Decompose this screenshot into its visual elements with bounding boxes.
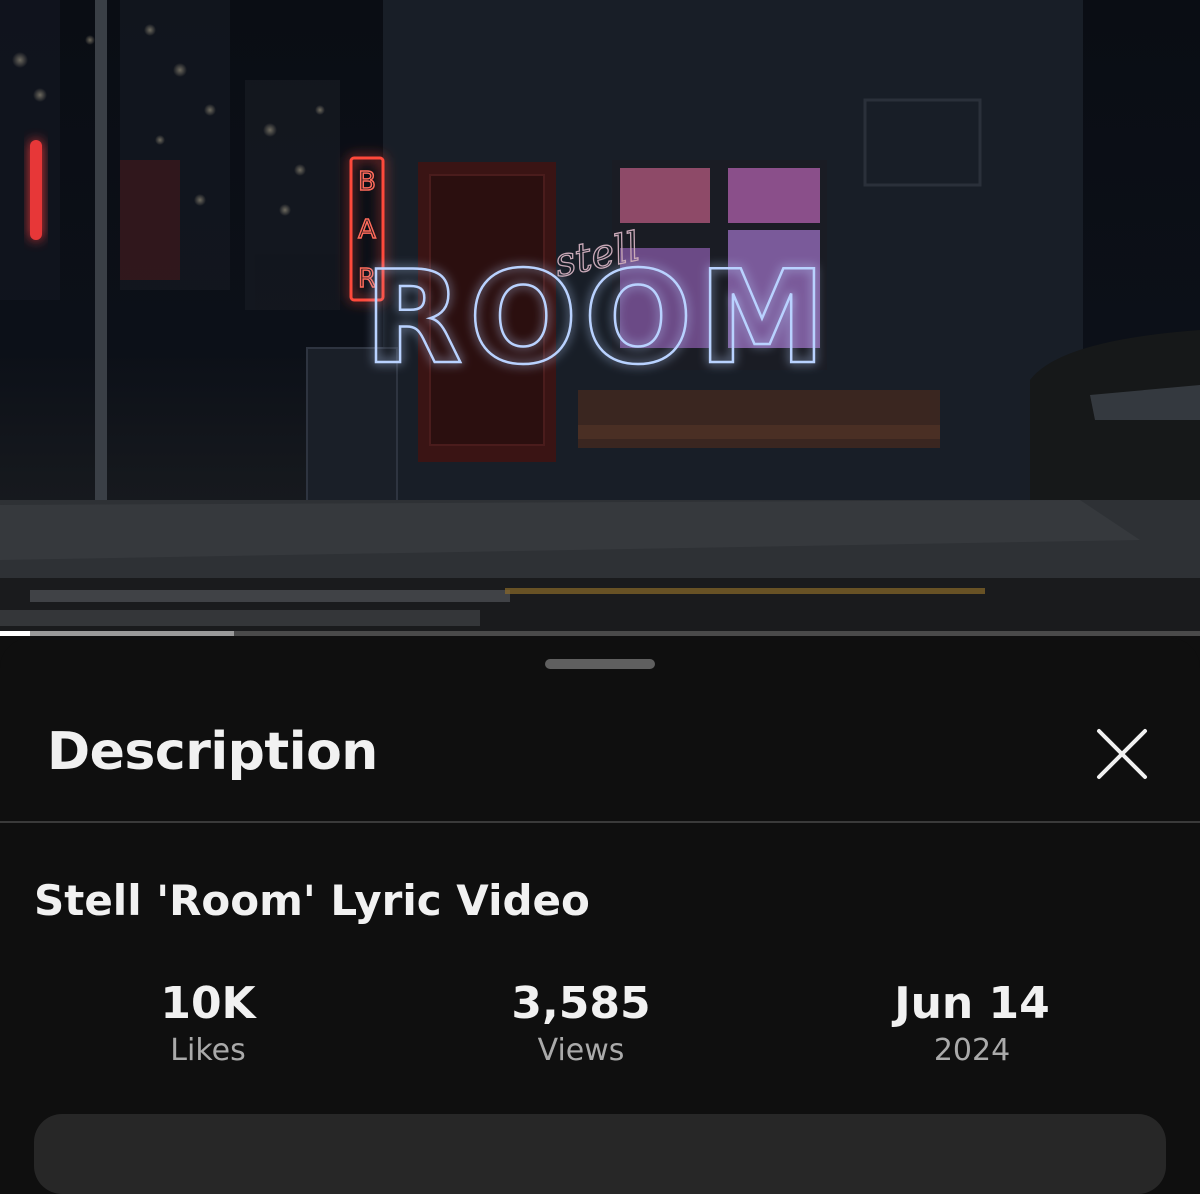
date-stat: Jun 14 2024	[842, 982, 1102, 1066]
views-label: Views	[537, 1033, 625, 1068]
drag-handle[interactable]	[545, 659, 655, 669]
upload-date: Jun 14	[894, 978, 1050, 1029]
video-title: Stell 'Room' Lyric Video	[34, 876, 590, 925]
views-count: 3,585	[511, 978, 651, 1029]
likes-count: 10K	[160, 978, 256, 1029]
progress-played	[0, 631, 30, 636]
bar-letter-b: B	[358, 167, 376, 197]
likes-label: Likes	[170, 1033, 246, 1068]
divider	[0, 821, 1200, 823]
close-button[interactable]	[1092, 724, 1152, 784]
close-icon	[1097, 729, 1147, 779]
progress-buffered	[0, 631, 234, 636]
progress-bar[interactable]	[0, 631, 1200, 636]
sheet-title: Description	[47, 722, 378, 782]
bar-letter-a: A	[358, 215, 376, 245]
upload-year: 2024	[933, 1033, 1011, 1068]
likes-stat: 10K Likes	[78, 982, 338, 1066]
description-card[interactable]	[34, 1114, 1166, 1194]
views-stat: 3,585 Views	[451, 982, 711, 1066]
description-sheet: Description Stell 'Room' Lyric Video 10K…	[0, 638, 1200, 1194]
video-frame: B A R ROOM stell	[0, 0, 1200, 636]
video-player[interactable]: B A R ROOM stell	[0, 0, 1200, 636]
